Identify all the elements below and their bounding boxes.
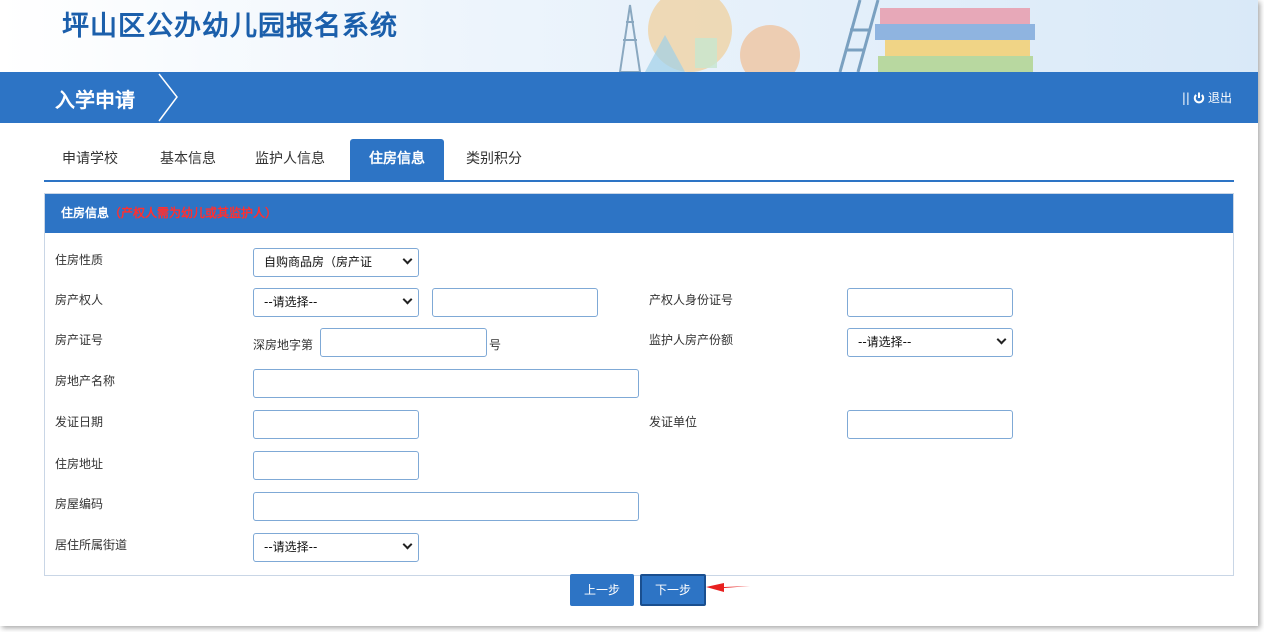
cert-no-label: 房产证号	[55, 333, 104, 347]
nav-bar: 入学申请 || 退出	[0, 72, 1258, 123]
house-code-label: 房屋编码	[55, 497, 104, 511]
header-banner: 坪山区公办幼儿园报名系统	[0, 0, 1258, 72]
cert-no-input[interactable]	[320, 328, 487, 357]
housing-type-label: 住房性质	[55, 253, 104, 267]
street-select[interactable]: --请选择--	[253, 533, 419, 562]
estate-name-input[interactable]	[253, 369, 639, 398]
banner-illustration	[618, 0, 1035, 72]
chevron-down-icon	[402, 294, 413, 305]
estate-name-label: 房地产名称	[55, 374, 116, 388]
chevron-down-icon	[996, 334, 1007, 345]
tab-category-points[interactable]: 类别积分	[454, 139, 534, 180]
owner-id-label: 产权人身份证号	[649, 293, 734, 307]
issuer-label: 发证单位	[649, 415, 698, 429]
guardian-share-select[interactable]: --请选择--	[847, 328, 1013, 357]
cert-no-prefix: 深房地字第	[253, 338, 314, 352]
divider-icon: ||	[1181, 90, 1190, 105]
panel-note: （产权人需为幼儿或其监护人）	[109, 206, 278, 220]
house-code-input[interactable]	[253, 492, 639, 521]
owner-name-input[interactable]	[432, 288, 598, 317]
tab-basic-info[interactable]: 基本信息	[142, 139, 234, 180]
owner-label: 房产权人	[55, 293, 104, 307]
logout-button[interactable]: || 退出	[1182, 89, 1232, 106]
chevron-right-icon	[158, 73, 178, 122]
next-button[interactable]: 下一步	[640, 574, 706, 606]
panel-title: 住房信息	[61, 206, 110, 220]
site-title: 坪山区公办幼儿园报名系统	[62, 11, 398, 42]
arrow-left-icon	[706, 583, 750, 592]
tab-guardian-info[interactable]: 监护人信息	[240, 139, 340, 180]
street-label: 居住所属街道	[55, 538, 128, 552]
housing-type-select[interactable]: 自购商品房（房产证	[253, 248, 419, 277]
breadcrumb: 入学申请	[55, 88, 135, 112]
tab-bar: 申请学校 基本信息 监护人信息 住房信息 类别积分	[44, 139, 1234, 182]
street-value: --请选择--	[264, 540, 318, 554]
chevron-down-icon	[402, 539, 413, 550]
owner-id-input[interactable]	[847, 288, 1013, 317]
page-frame: 坪山区公办幼儿园报名系统 入学申请 || 退出 申请学校 基本信息 监护人信息 …	[0, 0, 1258, 626]
tab-housing-info[interactable]: 住房信息	[350, 139, 444, 180]
panel-header: 住房信息（产权人需为幼儿或其监护人）	[45, 194, 1233, 233]
chevron-down-icon	[402, 254, 413, 265]
housing-panel: 住房信息（产权人需为幼儿或其监护人）	[44, 193, 1234, 576]
prev-button[interactable]: 上一步	[570, 574, 634, 606]
address-input[interactable]	[253, 451, 419, 480]
power-icon	[1193, 92, 1205, 103]
guardian-share-label: 监护人房产份额	[649, 333, 734, 347]
address-label: 住房地址	[55, 457, 104, 471]
issue-date-label: 发证日期	[55, 415, 104, 429]
owner-select[interactable]: --请选择--	[253, 288, 419, 317]
guardian-share-value: --请选择--	[858, 335, 912, 349]
owner-select-value: --请选择--	[264, 295, 318, 309]
logout-label: 退出	[1207, 91, 1232, 105]
tab-apply-school[interactable]: 申请学校	[44, 139, 136, 180]
issuer-input[interactable]	[847, 410, 1013, 439]
cert-no-suffix: 号	[489, 338, 502, 352]
housing-type-value: 自购商品房（房产证	[264, 255, 373, 269]
issue-date-input[interactable]	[253, 410, 419, 439]
